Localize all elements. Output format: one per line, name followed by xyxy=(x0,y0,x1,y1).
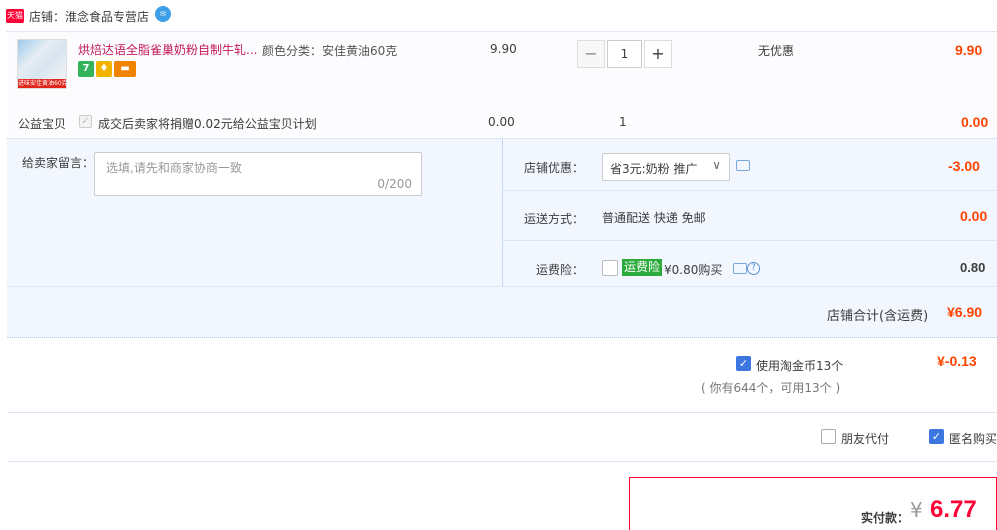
shop-total-value: ¥6.90 xyxy=(947,304,983,320)
anonymous-checkbox[interactable]: ✓ xyxy=(929,429,944,444)
friend-pay-label[interactable]: 朋友代付 xyxy=(841,430,889,447)
service-icons: 7 ♦ ▬ xyxy=(78,61,138,77)
friend-pay-checkbox[interactable] xyxy=(821,429,836,444)
insurance-value: 0.80 xyxy=(960,260,986,275)
divider xyxy=(503,190,997,191)
shop-bar: 天猫 店铺：淮念食品专营店 ✉ xyxy=(0,0,997,31)
charity-amount: 0.00 xyxy=(488,115,515,129)
coins-available: ( 你有644个，可用13个 ) xyxy=(701,381,841,395)
memo-textarea[interactable]: 选填,请先和商家协商一致 0/200 xyxy=(94,152,422,196)
divider xyxy=(7,286,997,287)
anonymous-label[interactable]: 匿名购买 xyxy=(949,430,997,447)
chevron-down-icon: ∨ xyxy=(712,158,721,172)
product-thumbnail[interactable]: 进味安佳黄油60克 xyxy=(17,39,67,89)
item-subtotal: 9.90 xyxy=(955,42,983,58)
charity-total: 0.00 xyxy=(961,114,989,130)
wangwang-icon[interactable]: ✉ xyxy=(155,6,171,22)
unit-price: 9.90 xyxy=(490,42,517,56)
memo-char-count: 0/200 xyxy=(377,177,412,191)
product-spec: 颜色分类：安佳黄油60克 xyxy=(262,44,398,58)
shop-total-label: 店铺合计(含运费) xyxy=(827,309,929,324)
insurance-checkbox[interactable] xyxy=(602,260,618,276)
shipping-method: 普通配送 快递 免邮 xyxy=(602,211,706,225)
charity-checkbox: ✓ xyxy=(79,115,92,128)
chat-icon[interactable] xyxy=(733,263,747,274)
insurance-price: ¥0.80购买 xyxy=(664,263,723,277)
quantity-decrease-button[interactable]: − xyxy=(577,40,605,68)
payment-total: 6.77 xyxy=(930,496,977,523)
use-coins-label[interactable]: 使用淘金币13个 xyxy=(756,357,843,374)
guarantee-icon[interactable]: ♦ xyxy=(96,61,112,77)
quantity-input[interactable]: 1 xyxy=(607,40,642,68)
quantity-increase-button[interactable]: + xyxy=(644,40,672,68)
charity-text: 成交后卖家将捐赠0.02元给公益宝贝计划 xyxy=(98,117,317,131)
chat-icon[interactable] xyxy=(736,160,750,171)
coupon-label: 店铺优惠： xyxy=(523,161,584,175)
help-icon[interactable]: ? xyxy=(747,262,760,275)
charity-qty: 1 xyxy=(619,115,627,129)
divider xyxy=(7,461,997,462)
divider xyxy=(7,412,997,413)
insurance-badge: 运费险 xyxy=(622,259,663,276)
memo-placeholder: 选填,请先和商家协商一致 xyxy=(106,161,242,175)
shop-coupon-select[interactable]: 省3元:奶粉 推广 ∨ xyxy=(602,153,730,181)
coupon-value: -3.00 xyxy=(948,158,980,174)
insurance-label: 运费险： xyxy=(535,263,584,277)
shipping-label: 运送方式： xyxy=(523,212,584,226)
payment-label: 实付款： xyxy=(861,511,910,525)
section-divider xyxy=(502,138,503,286)
shipping-value: 0.00 xyxy=(960,208,988,224)
item-promotion: 无优惠 xyxy=(758,44,795,58)
coupon-selected: 省3元:奶粉 推广 xyxy=(610,162,698,176)
charity-label: 公益宝贝 xyxy=(18,117,67,131)
seven-day-return-icon[interactable]: 7 xyxy=(78,61,94,77)
thumbnail-caption: 进味安佳黄油60克 xyxy=(18,79,66,88)
coins-value: ¥-0.13 xyxy=(937,353,977,369)
credit-card-icon[interactable]: ▬ xyxy=(114,61,136,77)
product-title-link[interactable]: 烘焙达语全脂雀巢奶粉自制牛轧... xyxy=(78,41,258,58)
tmall-icon: 天猫 xyxy=(6,9,24,23)
memo-label: 给卖家留言： xyxy=(22,156,95,170)
use-coins-checkbox[interactable]: ✓ xyxy=(736,356,751,371)
shop-name-link[interactable]: 店铺：淮念食品专营店 xyxy=(29,8,149,25)
divider xyxy=(503,240,997,241)
currency-symbol: ¥ xyxy=(910,498,923,522)
